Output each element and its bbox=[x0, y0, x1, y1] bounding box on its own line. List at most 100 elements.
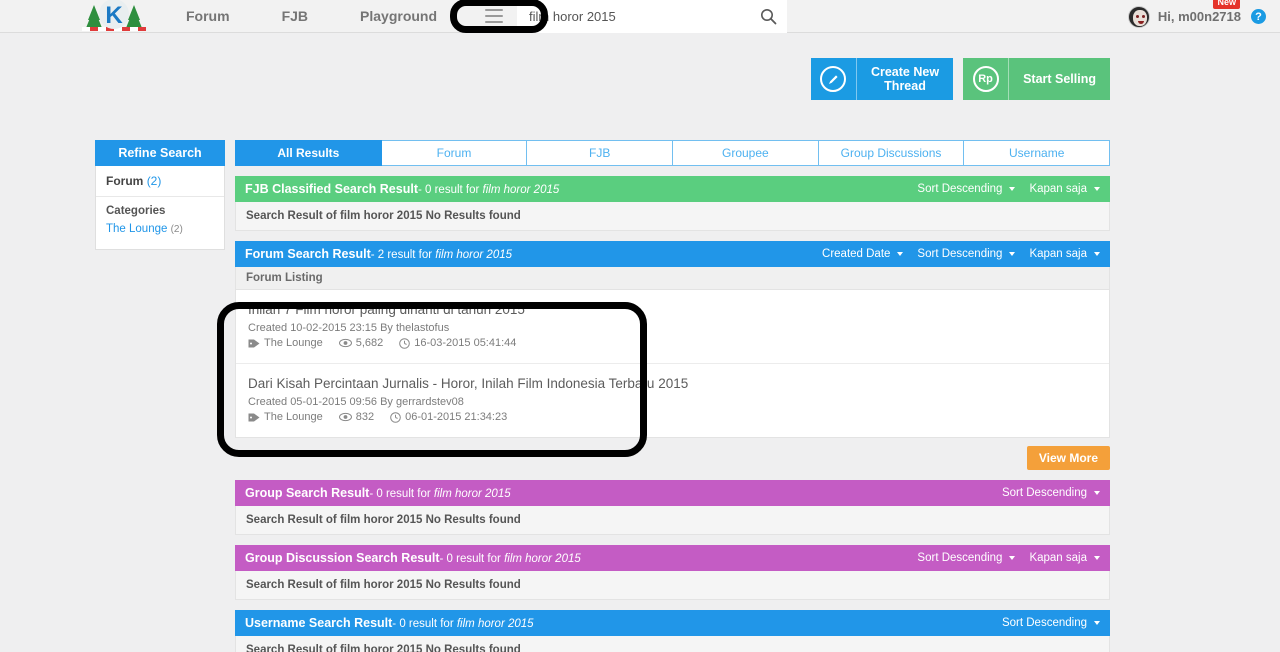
tab-groupee[interactable]: Groupee bbox=[673, 140, 819, 166]
group-title-text: Group Search Result bbox=[245, 486, 370, 500]
search-icon[interactable] bbox=[760, 8, 777, 25]
result-category[interactable]: The Lounge bbox=[248, 411, 323, 423]
nav-link-fjb[interactable]: FJB bbox=[256, 0, 334, 33]
sidebar: Refine Search Forum (2) Categories The L… bbox=[95, 140, 225, 652]
avatar[interactable] bbox=[1127, 5, 1150, 28]
clock-icon bbox=[399, 337, 411, 349]
chevron-down-icon bbox=[1009, 555, 1016, 560]
group-discussion-title-text: Group Discussion Search Result bbox=[245, 551, 440, 565]
username-sort-dropdown[interactable]: Sort Descending bbox=[1002, 617, 1100, 629]
fjb-section-tools: Sort Descending Kapan saja bbox=[903, 183, 1100, 195]
username-sub-text: - 0 result for bbox=[392, 618, 457, 630]
forum-results-list: Inilah 7 Film horor paling dinanti di ta… bbox=[235, 290, 1110, 438]
search-input[interactable] bbox=[517, 7, 738, 25]
result-category-label: The Lounge bbox=[264, 411, 323, 423]
group-query-text: film horor 2015 bbox=[433, 488, 511, 500]
nav-link-forum[interactable]: Forum bbox=[160, 0, 256, 33]
username-sort-label: Sort Descending bbox=[1001, 617, 1087, 629]
forum-time-dropdown[interactable]: Kapan saja bbox=[1029, 248, 1100, 260]
eye-icon bbox=[338, 412, 352, 422]
list-item[interactable]: Dari Kisah Percintaan Jurnalis - Horor, … bbox=[236, 364, 1109, 437]
clock-icon bbox=[390, 411, 401, 423]
group-discussion-section-header: Group Discussion Search Result- 0 result… bbox=[235, 545, 1110, 571]
group-empty-message: Search Result of film horor 2015 No Resu… bbox=[235, 506, 1110, 535]
refine-search-header[interactable]: Refine Search bbox=[95, 140, 225, 166]
chevron-down-icon bbox=[1094, 555, 1100, 560]
nav-link-playground[interactable]: Playground bbox=[334, 0, 463, 33]
fjb-section: FJB Classified Search Result- 0 result f… bbox=[235, 176, 1110, 231]
group-discussion-section-title: Group Discussion Search Result- 0 result… bbox=[245, 551, 581, 565]
group-discussion-sort-dropdown[interactable]: Sort Descending bbox=[917, 552, 1016, 564]
result-title[interactable]: Inilah 7 Film horor paling dinanti di ta… bbox=[248, 302, 1097, 317]
tab-username[interactable]: Username bbox=[964, 140, 1111, 166]
forum-created-date-dropdown[interactable]: Created Date bbox=[822, 248, 904, 260]
group-sort-label: Sort Descending bbox=[1001, 487, 1087, 499]
result-views: 832 bbox=[338, 411, 374, 423]
fjb-time-dropdown[interactable]: Kapan saja bbox=[1029, 183, 1100, 195]
group-discussion-sort-label: Sort Descending bbox=[917, 552, 1003, 564]
group-discussion-section-tools: Sort Descending Kapan saja bbox=[903, 552, 1100, 564]
result-category-label: The Lounge bbox=[264, 337, 323, 349]
tag-icon bbox=[248, 338, 260, 349]
user-greeting[interactable]: Hi, m00n2718 bbox=[1158, 9, 1241, 24]
group-section-header: Group Search Result- 0 result for film h… bbox=[235, 480, 1110, 506]
tab-forum[interactable]: Forum bbox=[381, 140, 528, 166]
username-section-header: Username Search Result- 0 result for fil… bbox=[235, 610, 1110, 636]
group-discussion-empty-message: Search Result of film horor 2015 No Resu… bbox=[235, 571, 1110, 600]
help-icon[interactable]: ? bbox=[1251, 9, 1266, 24]
rupiah-icon: Rp bbox=[963, 58, 1010, 100]
tab-fjb[interactable]: FJB bbox=[527, 140, 674, 166]
username-title-text: Username Search Result bbox=[245, 616, 393, 630]
username-query-text: film horor 2015 bbox=[456, 618, 534, 630]
result-title[interactable]: Dari Kisah Percintaan Jurnalis - Horor, … bbox=[248, 376, 1097, 391]
group-sort-dropdown[interactable]: Sort Descending bbox=[1002, 487, 1100, 499]
result-category[interactable]: The Lounge bbox=[248, 337, 323, 349]
result-views-label: 5,682 bbox=[355, 337, 384, 349]
start-selling-button[interactable]: Rp Start Selling bbox=[963, 58, 1110, 100]
sidebar-forum-count: (2) bbox=[146, 174, 162, 188]
results-column: All Results Forum FJB Groupee Group Disc… bbox=[235, 140, 1111, 652]
fjb-section-title: FJB Classified Search Result- 0 result f… bbox=[245, 182, 559, 196]
sidebar-item-the-lounge[interactable]: The Lounge (2) bbox=[106, 223, 214, 235]
result-stats: The Lounge 5,682 16-03-2015 05:41:44 bbox=[248, 337, 1097, 349]
sidebar-box: Forum (2) Categories The Lounge (2) bbox=[95, 166, 225, 250]
chevron-down-icon bbox=[1094, 490, 1100, 495]
group-discussion-time-dropdown[interactable]: Kapan saja bbox=[1029, 552, 1100, 564]
tab-group-discussions[interactable]: Group Discussions bbox=[818, 140, 965, 166]
chevron-down-icon bbox=[897, 251, 904, 256]
forum-sub-text: - 2 result for bbox=[370, 249, 436, 261]
start-selling-label: Start Selling bbox=[1023, 72, 1096, 86]
chevron-down-icon bbox=[1094, 186, 1100, 191]
group-section-title: Group Search Result- 0 result for film h… bbox=[245, 486, 511, 500]
rupiah-icon-text: Rp bbox=[972, 66, 999, 92]
fjb-sort-dropdown[interactable]: Sort Descending bbox=[917, 183, 1016, 195]
forum-section-title: Forum Search Result- 2 result for film h… bbox=[245, 247, 512, 261]
tab-all-results[interactable]: All Results bbox=[235, 140, 382, 166]
sidebar-forum-section[interactable]: Forum (2) bbox=[96, 166, 224, 197]
kaskus-logo[interactable]: K bbox=[80, 0, 148, 34]
result-last-post-label: 06-01-2015 21:34:23 bbox=[405, 411, 508, 423]
sidebar-categories-label: Categories bbox=[106, 205, 166, 217]
eye-icon bbox=[338, 338, 352, 348]
nav-links: Forum FJB Playground bbox=[160, 0, 463, 33]
chevron-down-icon bbox=[1094, 620, 1100, 625]
forum-sort-label: Sort Descending bbox=[917, 248, 1003, 260]
hamburger-menu-icon[interactable] bbox=[485, 9, 504, 23]
result-meta: Created 10-02-2015 23:15 By thelastofus bbox=[248, 322, 450, 334]
fjb-time-label: Kapan saja bbox=[1029, 183, 1087, 195]
fjb-empty-message: Search Result of film horor 2015 No Resu… bbox=[235, 202, 1110, 231]
username-empty-message: Search Result of film horor 2015 No Resu… bbox=[235, 636, 1110, 652]
new-badge: New bbox=[1213, 0, 1240, 9]
username-section: Username Search Result- 0 result for fil… bbox=[235, 610, 1110, 652]
create-new-thread-label: Create New Thread bbox=[857, 65, 953, 93]
chevron-down-icon bbox=[1009, 186, 1016, 191]
view-more-button[interactable]: View More bbox=[1026, 446, 1110, 470]
fjb-section-header: FJB Classified Search Result- 0 result f… bbox=[235, 176, 1110, 202]
username-section-title: Username Search Result- 0 result for fil… bbox=[245, 616, 534, 630]
create-new-thread-button[interactable]: Create New Thread bbox=[810, 58, 954, 100]
result-tabs: All Results Forum FJB Groupee Group Disc… bbox=[235, 140, 1111, 166]
list-item[interactable]: Inilah 7 Film horor paling dinanti di ta… bbox=[236, 290, 1109, 364]
forum-title-text: Forum Search Result bbox=[245, 247, 371, 261]
group-sub-text: - 0 result for bbox=[369, 488, 434, 500]
forum-sort-dropdown[interactable]: Sort Descending bbox=[917, 248, 1016, 260]
